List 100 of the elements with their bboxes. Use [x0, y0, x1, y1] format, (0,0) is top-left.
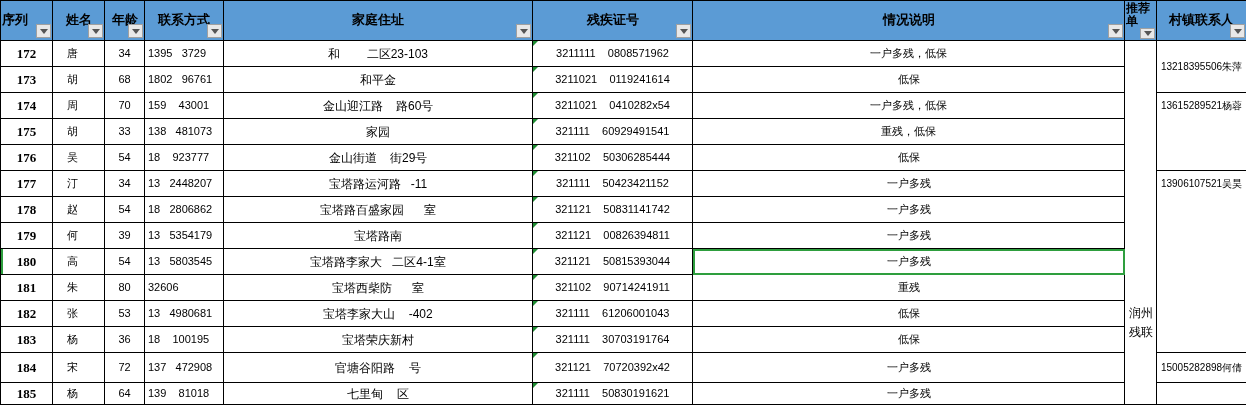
filter-dropdown-button[interactable]: [36, 24, 51, 38]
phone-cell: 13 2448207: [148, 177, 213, 190]
filter-dropdown-button[interactable]: [1108, 24, 1123, 38]
name-cell: 胡: [67, 73, 78, 86]
age-cell: 34: [118, 177, 131, 190]
filter-dropdown-button[interactable]: [88, 24, 103, 38]
address-cell: 金山迎江路 路60号: [322, 98, 434, 113]
address-cell: 宝塔荣庆新村: [342, 332, 414, 347]
text-number-indicator-icon: [533, 301, 538, 306]
phone-cell: 1802 96761: [148, 73, 213, 86]
name-cell: 周: [67, 99, 78, 112]
address-cell: 宝塔路南: [354, 228, 402, 243]
address-cell: 宝塔路李家大 二区4-1室: [310, 254, 446, 269]
row-number: 181: [16, 279, 37, 295]
address-cell: 和 二区23-103: [327, 46, 428, 61]
id-number-cell: 321121 00826394811: [555, 229, 670, 242]
contact-cell: 15005282898何倩: [1160, 362, 1243, 373]
id-number-cell: 321111 50423421152: [556, 177, 669, 190]
row-number: 172: [16, 45, 37, 61]
age-cell: 53: [118, 307, 131, 320]
address-cell: 宝塔路百盛家园 室: [320, 202, 436, 217]
phone-cell: 32606: [148, 281, 179, 294]
text-number-indicator-icon: [533, 249, 538, 254]
recommender-cell: 润州残联: [1128, 305, 1153, 339]
contact-cell: 13615289521杨蓉: [1160, 100, 1243, 111]
filter-dropdown-button[interactable]: [516, 24, 531, 38]
row-number: 183: [16, 331, 37, 347]
filter-dropdown-button[interactable]: [207, 24, 222, 38]
id-number-cell: 321111 30703191764: [555, 333, 670, 346]
id-number-cell: 321121 50831141742: [555, 203, 670, 216]
age-cell: 72: [118, 361, 131, 374]
filter-dropdown-button[interactable]: [1140, 28, 1155, 39]
name-cell: 高: [67, 255, 78, 268]
caret-icon: [1111, 28, 1120, 34]
caret-icon: [1233, 28, 1242, 34]
address-cell: 宝塔路运河路 -11: [328, 176, 428, 191]
name-cell: 吴: [67, 151, 78, 164]
name-cell: 胡: [67, 125, 78, 138]
phone-cell: 18 100195: [148, 333, 210, 346]
name-cell: 朱: [67, 281, 78, 294]
text-number-indicator-icon: [533, 197, 538, 202]
address-cell: 和平金: [360, 72, 396, 87]
name-cell: 杨: [67, 387, 78, 400]
text-number-indicator-icon: [533, 275, 538, 280]
id-number-cell: 321111 50830191621: [555, 387, 670, 400]
id-number-cell: 321121 50815393044: [554, 255, 671, 268]
row-number: 184: [16, 359, 37, 375]
phone-cell: 159 43001: [148, 99, 210, 112]
row-number: 180: [16, 253, 37, 269]
address-cell: 七里甸 区: [347, 386, 409, 401]
id-number-cell: 321111 61206001043: [555, 307, 670, 320]
address-cell: 宝塔李家大山 -402: [323, 306, 433, 321]
age-cell: 33: [118, 125, 131, 138]
row-number: 174: [16, 97, 37, 113]
filter-dropdown-button[interactable]: [1230, 24, 1245, 38]
row-number: 177: [16, 175, 37, 191]
age-cell: 54: [118, 255, 131, 268]
filter-dropdown-button[interactable]: [676, 24, 691, 38]
id-number-cell: 3211021 0119241614: [555, 73, 670, 86]
row-number: 176: [16, 149, 37, 165]
phone-cell: 1395 3729: [148, 47, 207, 60]
row-number: 178: [16, 201, 37, 217]
phone-cell: 18 923777: [148, 151, 210, 164]
age-cell: 64: [118, 387, 131, 400]
text-number-indicator-icon: [533, 223, 538, 228]
id-number-cell: 321102 90714241911: [555, 281, 670, 294]
age-cell: 80: [118, 281, 131, 294]
phone-cell: 137 472908: [148, 361, 213, 374]
caret-icon: [519, 28, 528, 34]
column-header: 序列: [2, 12, 28, 28]
age-cell: 54: [118, 151, 131, 164]
text-number-indicator-icon: [533, 145, 538, 150]
text-number-indicator-icon: [533, 67, 538, 72]
address-cell: 官塘谷阳路 号: [335, 360, 421, 375]
caret-icon: [210, 28, 219, 34]
note-cell[interactable]: 一户多残: [692, 248, 1125, 275]
text-number-indicator-icon: [533, 171, 538, 176]
column-header: 推荐单: [1126, 2, 1151, 28]
row-number: 173: [16, 71, 37, 87]
name-cell: 汀: [67, 177, 78, 190]
caret-icon: [91, 28, 100, 34]
age-cell: 36: [118, 333, 131, 346]
filter-dropdown-button[interactable]: [128, 24, 143, 38]
caret-icon: [131, 28, 140, 34]
column-header: 姓名: [65, 12, 92, 28]
address-cell: 家园: [366, 124, 390, 139]
text-number-indicator-icon: [533, 93, 538, 98]
row-number: 185: [16, 385, 37, 401]
age-cell: 34: [118, 47, 131, 60]
id-number-cell: 3211111 0808571962: [556, 47, 669, 60]
text-number-indicator-icon: [533, 119, 538, 124]
note-cell[interactable]: 一户多残，低保: [692, 40, 1125, 67]
phone-cell: 138 481073: [148, 125, 213, 138]
age-cell: 54: [118, 203, 131, 216]
phone-cell: 18 2806862: [148, 203, 213, 216]
address-cell: 金山街道 街29号: [328, 150, 428, 165]
column-header: 残疾证号: [586, 12, 639, 28]
name-cell: 何: [67, 229, 78, 242]
text-number-indicator-icon: [533, 327, 538, 332]
row-number: 182: [16, 305, 37, 321]
